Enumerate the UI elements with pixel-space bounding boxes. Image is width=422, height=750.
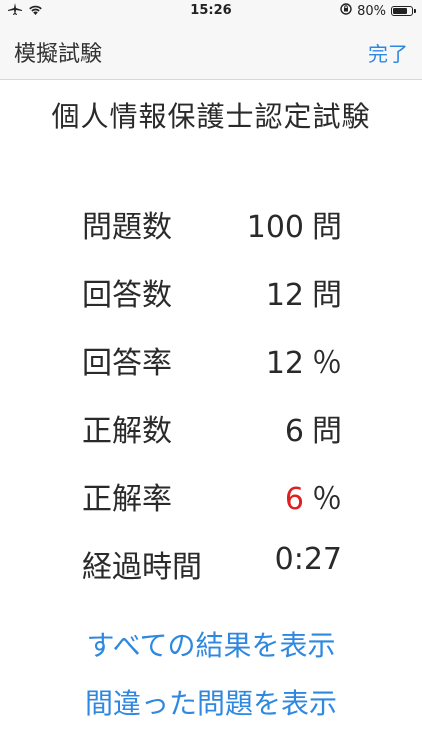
stat-label: 回答率 [82,346,172,381]
stat-unit: ％ [312,482,342,517]
battery-fill [393,8,407,14]
stat-value: 100 [246,210,304,245]
stat-value-group: 12 問 [266,270,342,314]
status-bar: 15:26 80% [0,0,422,22]
stat-value-group: 6 ％ [285,474,342,518]
show-wrong-answers-link[interactable]: 間違った問題を表示 [0,680,422,738]
stat-row-answer-rate: 回答率 12 ％ [0,330,422,398]
stat-row-answer-count: 回答数 12 問 [0,262,422,330]
stat-value: 12 [265,346,304,381]
stat-row-correct-rate: 正解率 6 ％ [0,466,422,534]
exam-title: 個人情報保護士認定試験 [51,100,371,133]
stat-value-group: 100 問 [247,202,342,246]
stat-row-elapsed-time: 経過時間 0:27 [0,534,422,602]
stats-list: 問題数 100 問 回答数 12 問 回答率 12 ％ 正解数 6 問 正解率 … [0,194,422,602]
nav-title: 模擬試験 [14,42,103,67]
stat-value: 6 [284,414,304,449]
stat-unit: 問 [312,414,342,449]
stat-value-group: 0:27 [275,542,342,577]
stat-unit: 問 [312,210,342,245]
stat-row-question-count: 問題数 100 問 [0,194,422,262]
battery-icon [391,6,413,16]
stat-label: 回答数 [82,278,172,313]
stat-value-group: 6 問 [285,406,342,450]
stat-value: 0:27 [274,542,342,577]
stat-unit: 問 [312,278,342,313]
orientation-lock-icon [340,3,352,19]
stat-value-group: 12 ％ [266,338,342,382]
stat-label: 正解数 [82,414,172,449]
show-all-results-link[interactable]: すべての結果を表示 [0,622,422,680]
stat-label: 経過時間 [82,550,202,585]
stat-value: 12 [265,278,304,313]
status-right: 80% [340,3,416,19]
battery-percent: 80% [357,3,386,19]
stat-value-highlight: 6 [284,482,304,517]
stat-label: 正解率 [82,482,172,517]
result-links: すべての結果を表示 間違った問題を表示 [0,622,422,738]
navigation-bar: 模擬試験 完了 [0,22,422,80]
stat-unit: ％ [312,346,342,381]
stat-label: 問題数 [82,210,172,245]
battery-tip [414,9,416,13]
done-button[interactable]: 完了 [368,38,408,67]
stat-row-correct-count: 正解数 6 問 [0,398,422,466]
